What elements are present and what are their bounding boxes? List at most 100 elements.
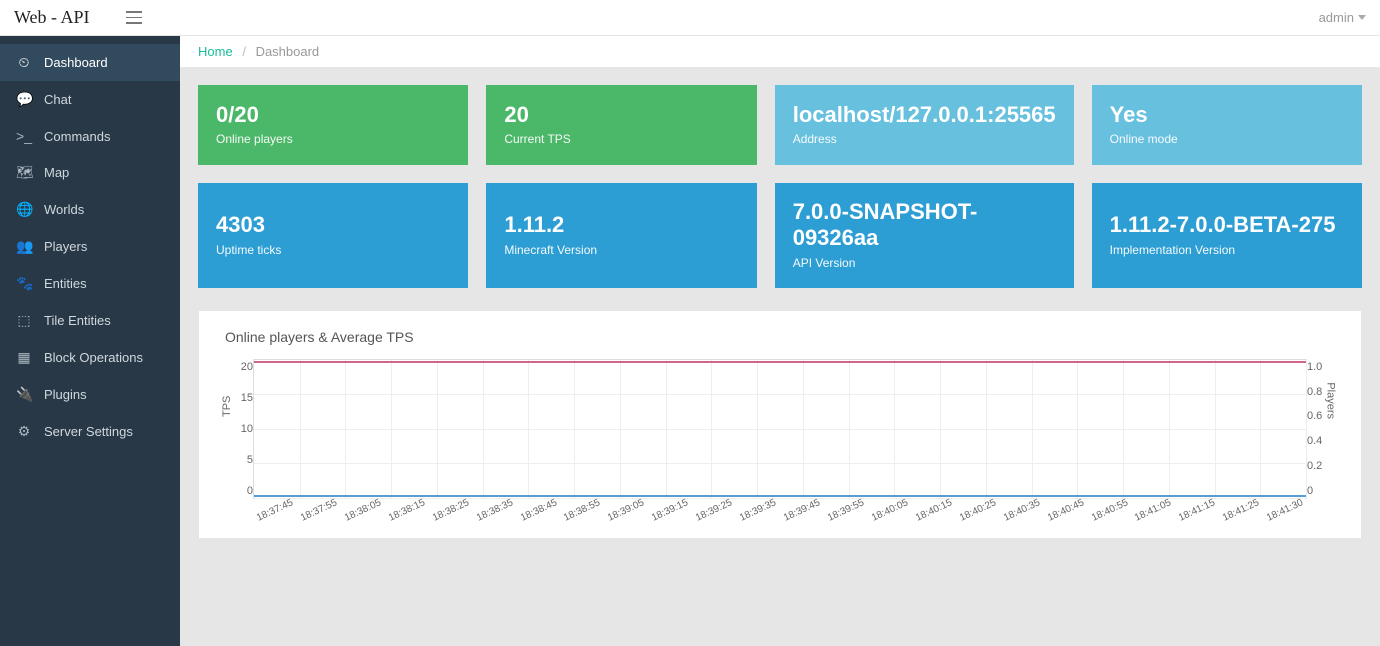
sidebar-icon: ⏲ — [16, 54, 32, 71]
stat-label: Online players — [216, 132, 450, 146]
x-tick: 18:38:55 — [560, 496, 604, 525]
x-tick: 18:38:35 — [472, 496, 516, 525]
x-tick: 18:39:25 — [692, 496, 736, 525]
breadcrumb-home[interactable]: Home — [198, 44, 233, 59]
sidebar-item-label: Players — [44, 239, 87, 254]
sidebar-item-plugins[interactable]: 🔌 Plugins — [0, 376, 180, 413]
stat-cards: 0/20 Online players 20 Current TPS localhost… — [198, 85, 1362, 288]
sidebar: ⏲ Dashboard 💬Chat >_ Commands 🗺Map 🌐 Worlds 👥 Pla… — [0, 36, 180, 646]
sidebar-icon: 💬 — [16, 91, 32, 108]
chart-plot — [253, 359, 1307, 499]
y-right-tick: 0.2 — [1307, 460, 1335, 472]
stat-label: Current TPS — [504, 132, 738, 146]
x-tick: 18:39:35 — [736, 496, 780, 525]
sidebar-item-block-operations[interactable]: ▦Block Operations — [0, 339, 180, 376]
sidebar-icon: 🔌 — [16, 386, 32, 403]
stat-card: Yes Online mode — [1092, 85, 1362, 165]
y-left-tick: 10 — [225, 423, 253, 435]
stat-value: 1.11.2 — [504, 212, 738, 238]
stat-label: Online mode — [1110, 132, 1344, 146]
x-tick: 18:38:45 — [516, 496, 560, 525]
series-players-line — [254, 495, 1306, 497]
sidebar-item-server-settings[interactable]: ⚙ Server Settings — [0, 413, 180, 450]
x-tick: 18:40:05 — [868, 496, 912, 525]
stat-card: 7.0.0-SNAPSHOT-09326aa API Version — [775, 183, 1074, 288]
sidebar-item-players[interactable]: 👥 Players — [0, 228, 180, 265]
sidebar-item-map[interactable]: 🗺Map — [0, 154, 180, 191]
y-left-tick: 0 — [225, 485, 253, 497]
sidebar-item-label: Server Settings — [44, 424, 133, 439]
stat-label: API Version — [793, 256, 1056, 270]
x-tick: 18:38:05 — [341, 496, 385, 525]
x-tick: 18:39:15 — [648, 496, 692, 525]
sidebar-icon: ⚙ — [16, 423, 32, 440]
sidebar-item-chat[interactable]: 💬Chat — [0, 81, 180, 118]
stat-label: Minecraft Version — [504, 243, 738, 257]
stat-label: Implementation Version — [1110, 243, 1344, 257]
stat-card: 20 Current TPS — [486, 85, 756, 165]
sidebar-item-dashboard[interactable]: ⏲ Dashboard — [0, 44, 180, 81]
sidebar-item-label: Tile Entities — [44, 313, 111, 328]
sidebar-item-worlds[interactable]: 🌐 Worlds — [0, 191, 180, 228]
sidebar-item-label: Worlds — [44, 202, 84, 217]
sidebar-item-label: Commands — [44, 129, 110, 144]
x-tick: 18:37:45 — [253, 496, 297, 525]
y-right-tick: 0 — [1307, 485, 1335, 497]
chart-panel: Online players & Average TPS TPS 2015105… — [198, 310, 1362, 539]
stat-value: 4303 — [216, 212, 450, 238]
stat-value: 0/20 — [216, 102, 450, 128]
sidebar-item-commands[interactable]: >_ Commands — [0, 118, 180, 154]
stat-label: Uptime ticks — [216, 243, 450, 257]
brand: Web - API — [14, 7, 90, 28]
x-tick: 18:40:25 — [955, 496, 999, 525]
sidebar-icon: 👥 — [16, 238, 32, 255]
y-right-tick: 0.4 — [1307, 435, 1335, 447]
breadcrumb: Home / Dashboard — [180, 36, 1380, 67]
x-tick: 18:40:35 — [999, 496, 1043, 525]
sidebar-icon: 🐾 — [16, 275, 32, 292]
x-tick: 18:38:15 — [384, 496, 428, 525]
topbar: Web - API admin — [0, 0, 1380, 36]
sidebar-icon: 🗺 — [16, 164, 32, 181]
sidebar-icon: ⬚ — [16, 312, 32, 329]
x-tick: 18:39:05 — [604, 496, 648, 525]
x-tick: 18:41:25 — [1219, 496, 1263, 525]
chevron-down-icon — [1358, 15, 1366, 20]
y-left-label: TPS — [221, 395, 233, 416]
user-name: admin — [1319, 10, 1354, 25]
x-tick: 18:41:30 — [1263, 496, 1307, 525]
x-tick: 18:41:05 — [1131, 496, 1175, 525]
y-left-axis: 20151050 — [225, 359, 253, 499]
stat-value: 7.0.0-SNAPSHOT-09326aa — [793, 199, 1056, 252]
sidebar-item-label: Block Operations — [44, 350, 143, 365]
sidebar-icon: 🌐 — [16, 201, 32, 218]
y-right-label: Players — [1325, 382, 1337, 419]
series-tps-line — [254, 361, 1306, 363]
stat-value: 20 — [504, 102, 738, 128]
menu-toggle-icon[interactable] — [122, 7, 146, 28]
sidebar-item-tile-entities[interactable]: ⬚ Tile Entities — [0, 302, 180, 339]
stat-card: 0/20 Online players — [198, 85, 468, 165]
x-tick: 18:39:55 — [824, 496, 868, 525]
x-axis: 18:37:4518:37:5518:38:0518:38:1518:38:25… — [225, 499, 1335, 516]
chart-gridlines — [254, 360, 1306, 498]
sidebar-icon: >_ — [16, 128, 32, 144]
main: Home / Dashboard 0/20Online players20Cur… — [180, 36, 1380, 646]
stat-label: Address — [793, 132, 1056, 146]
user-menu[interactable]: admin — [1319, 10, 1366, 25]
sidebar-item-label: Dashboard — [44, 55, 108, 70]
stat-value: localhost/127.0.0.1:25565 — [793, 102, 1056, 128]
sidebar-item-entities[interactable]: 🐾 Entities — [0, 265, 180, 302]
breadcrumb-current: Dashboard — [256, 44, 320, 59]
x-tick: 18:40:45 — [1043, 496, 1087, 525]
chart: TPS 20151050 1.00.80.60.40.20 Players — [225, 359, 1335, 499]
stat-value: 1.11.2-7.0.0-BETA-275 — [1110, 212, 1344, 238]
y-left-tick: 20 — [225, 361, 253, 373]
sidebar-item-label: Plugins — [44, 387, 87, 402]
x-tick: 18:41:15 — [1175, 496, 1219, 525]
stat-card: localhost/127.0.0.1:25565 Address — [775, 85, 1074, 165]
breadcrumb-sep: / — [242, 44, 246, 59]
sidebar-item-label: Entities — [44, 276, 87, 291]
x-tick: 18:39:45 — [780, 496, 824, 525]
stat-value: Yes — [1110, 102, 1344, 128]
